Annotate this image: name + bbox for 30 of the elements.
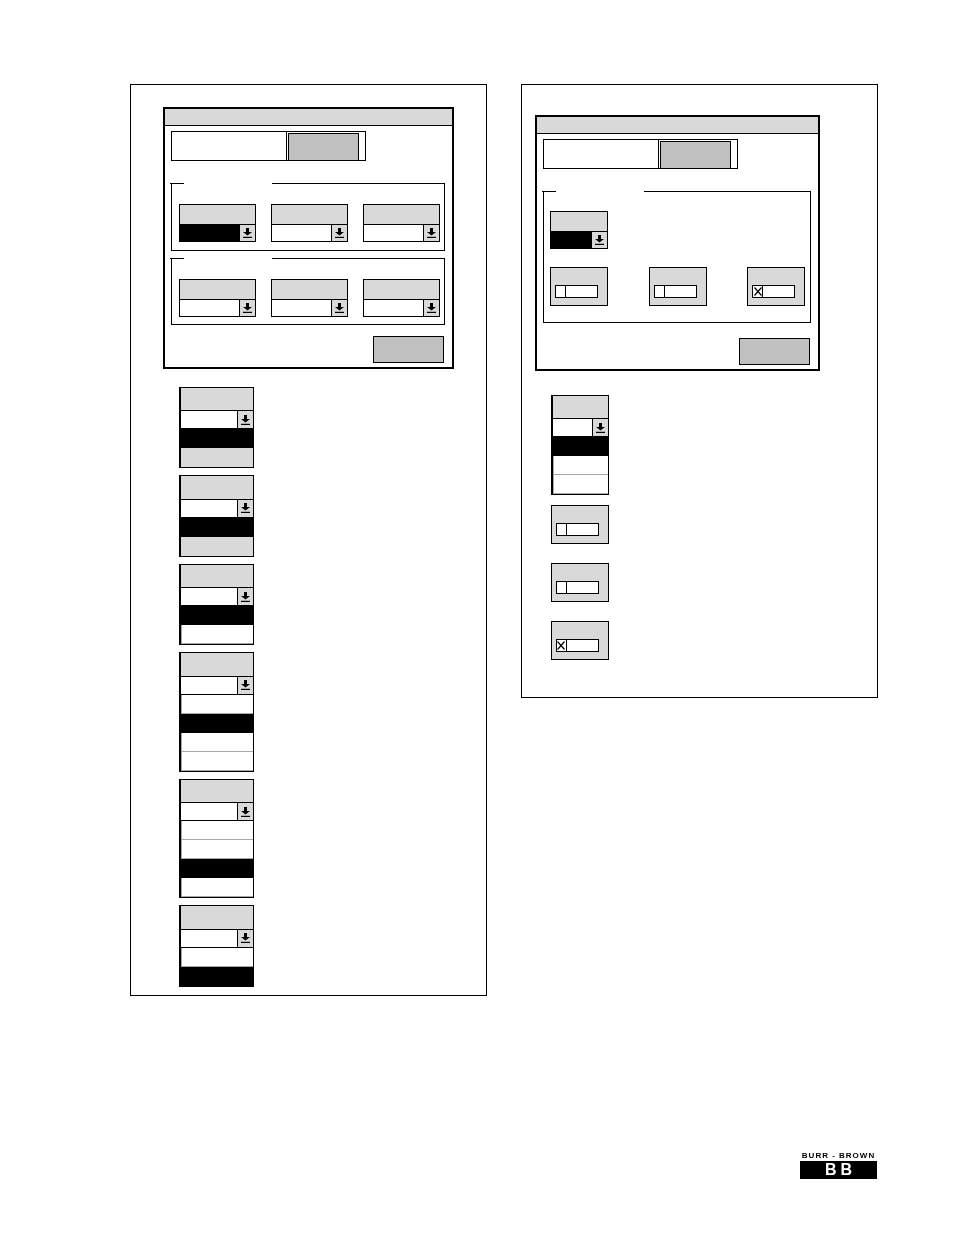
list-item[interactable] [180, 694, 253, 714]
logo-mark: BB [800, 1161, 877, 1179]
tab[interactable] [660, 140, 731, 168]
list-item[interactable] [180, 713, 253, 733]
down-arrow-icon [595, 422, 605, 433]
checkbox[interactable] [753, 285, 763, 297]
checkbox[interactable] [556, 640, 567, 651]
list-item[interactable] [180, 732, 253, 752]
dropdown-arrow-button[interactable] [423, 300, 439, 316]
push-button[interactable] [739, 337, 810, 365]
brand-name: BURR - BROWN [800, 1152, 877, 1160]
down-arrow-icon [240, 680, 250, 690]
down-arrow-icon [427, 303, 436, 313]
down-arrow-icon [240, 503, 250, 513]
down-arrow-icon [240, 591, 250, 602]
list-item[interactable] [180, 966, 253, 986]
down-arrow-icon [335, 227, 344, 238]
dropdown-arrow-button[interactable] [239, 300, 255, 316]
down-arrow-icon [243, 303, 252, 313]
list-item[interactable] [180, 947, 253, 967]
push-button[interactable] [373, 335, 444, 363]
down-arrow-icon [335, 303, 344, 313]
down-arrow-icon [240, 414, 250, 425]
dropdown-arrow-button[interactable] [331, 300, 347, 316]
down-arrow-icon [240, 933, 250, 943]
down-arrow-icon [240, 806, 250, 817]
down-arrow-icon [427, 227, 436, 238]
tab[interactable] [288, 132, 359, 160]
down-arrow-icon [595, 234, 604, 245]
down-arrow-icon [243, 227, 252, 238]
